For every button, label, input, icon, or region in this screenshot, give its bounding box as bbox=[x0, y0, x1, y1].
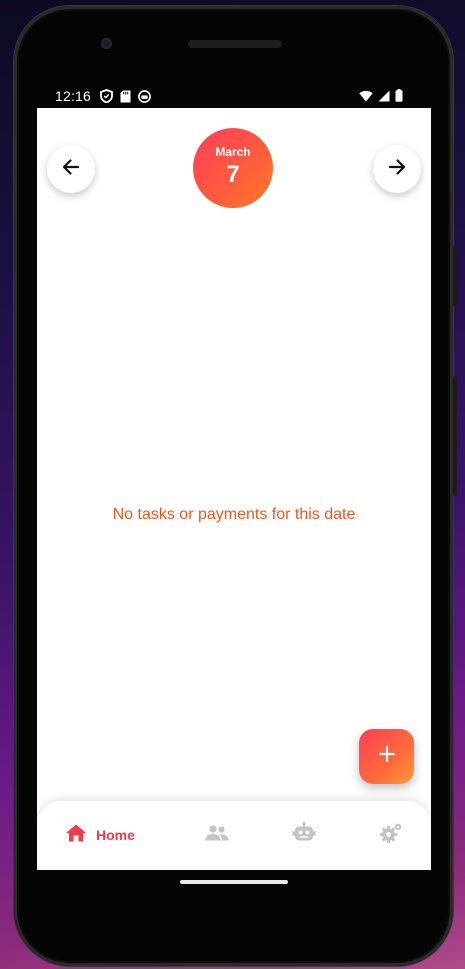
power-button bbox=[453, 246, 457, 306]
nav-item-settings[interactable] bbox=[379, 821, 403, 849]
date-month: March bbox=[215, 145, 251, 159]
arrow-right-icon bbox=[387, 157, 407, 182]
battery-icon bbox=[395, 89, 403, 107]
previous-date-button[interactable] bbox=[47, 145, 95, 193]
volume-button bbox=[453, 376, 457, 496]
sync-icon bbox=[138, 89, 151, 108]
plus-icon bbox=[378, 745, 396, 768]
app-screen: March 7 No tasks or payments for this da… bbox=[37, 108, 431, 870]
empty-state-message: No tasks or payments for this date bbox=[112, 506, 356, 523]
home-icon bbox=[65, 823, 87, 848]
add-button[interactable] bbox=[359, 729, 414, 784]
settings-icon bbox=[379, 822, 403, 849]
signal-icon bbox=[378, 89, 390, 107]
wifi-icon bbox=[359, 89, 373, 107]
robot-icon bbox=[292, 821, 316, 849]
selected-date-badge[interactable]: March 7 bbox=[193, 128, 273, 208]
date-day: 7 bbox=[226, 161, 240, 188]
status-icons-left bbox=[100, 89, 151, 108]
nav-item-home[interactable]: Home bbox=[65, 821, 135, 849]
nav-item-assistant[interactable] bbox=[292, 821, 316, 849]
bottom-navigation: Home bbox=[37, 801, 431, 870]
front-camera bbox=[101, 38, 112, 49]
sd-card-icon bbox=[120, 90, 131, 108]
people-icon bbox=[205, 824, 229, 847]
status-icons-right bbox=[359, 89, 403, 107]
arrow-left-icon bbox=[61, 157, 81, 182]
nav-item-people[interactable] bbox=[205, 821, 229, 849]
earpiece-speaker bbox=[188, 40, 282, 48]
status-time: 12:16 bbox=[55, 88, 92, 104]
nav-home-label: Home bbox=[96, 827, 135, 843]
shield-icon bbox=[100, 89, 113, 108]
next-date-button[interactable] bbox=[373, 145, 421, 193]
home-indicator[interactable] bbox=[180, 880, 288, 884]
status-bar: 12:16 bbox=[37, 84, 431, 108]
